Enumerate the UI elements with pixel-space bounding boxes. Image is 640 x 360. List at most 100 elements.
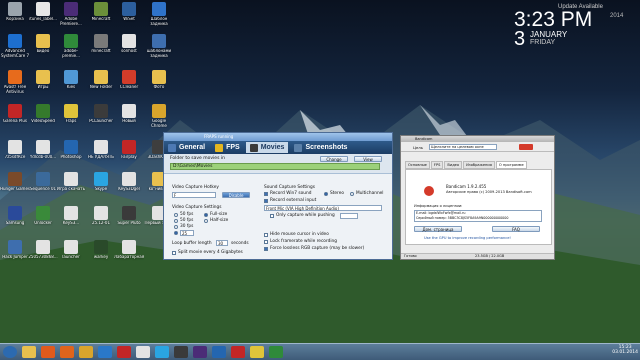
fps-radio-2[interactable] [174,219,178,223]
desktop-icon[interactable]: Игра скачать [56,172,86,206]
taskbar-explorer-icon[interactable] [21,346,36,358]
external-input-checkbox[interactable] [264,199,268,203]
push-key-field[interactable] [340,213,358,219]
taskbar-yandex-icon[interactable] [135,346,150,358]
taskbar-ie-icon[interactable] [97,346,112,358]
hide-cursor-checkbox[interactable] [264,233,268,237]
stereo-radio[interactable] [324,192,328,196]
fps-radio-4[interactable] [174,231,178,235]
desktop-icon[interactable]: Корзина [0,2,30,36]
desktop-icon[interactable]: НЕ УДАЛЯТЬ [86,140,116,174]
desktop-icon[interactable]: Новый [114,104,144,138]
taskbar-opera-icon[interactable] [116,346,131,358]
desktop-icon[interactable]: itunes_label... [28,2,58,36]
desktop-icon[interactable]: warkey [86,240,116,274]
taskbar-premiere-icon[interactable] [192,346,207,358]
fraps-window[interactable]: FRAPS running General FPS Movies Screens… [163,132,393,260]
desktop-icon[interactable]: Adobe Premiere... [56,2,86,36]
tab-video[interactable]: Видео [444,161,463,169]
desktop-icon[interactable]: Super Pluto [114,206,144,240]
taskbar-skype-icon[interactable] [154,346,169,358]
fraps-titlebar[interactable]: FRAPS running [164,133,392,141]
tab-movies[interactable]: Movies [245,142,289,153]
desktop-icon[interactable]: Игры [28,70,58,104]
taskbar-utorrent-icon[interactable] [268,346,283,358]
desktop-icon[interactable]: Лабараторная [114,240,144,274]
desktop-icon[interactable]: 2505730868... [28,240,58,274]
desktop-icon[interactable]: Advanced SystemCare 7 [0,34,30,68]
taskbar-games-icon[interactable] [173,346,188,358]
desktop-icon[interactable]: KeyS3... [56,206,86,240]
desktop-icon[interactable]: Kies [56,70,86,104]
record-sound-checkbox[interactable] [264,192,268,196]
gpu-tip-link[interactable]: Use the GPU to improve recording perform… [424,236,511,240]
desktop-icon[interactable]: Unlocker [28,206,58,240]
desktop-icon[interactable]: PCLauncher [86,104,116,138]
fps-radio-3[interactable] [174,225,178,229]
taskbar-bandicam-icon[interactable] [230,346,245,358]
taskbar-fraps-icon[interactable] [249,346,264,358]
taskbar-photoshop-icon[interactable] [211,346,226,358]
desktop-icon[interactable]: CCleaner [114,70,144,104]
tab-general[interactable]: General [164,142,209,153]
view-button[interactable]: View [354,156,382,162]
hotkey-field[interactable]: F [172,192,216,198]
tab-about[interactable]: О программе [495,161,527,169]
homepage-button[interactable]: Дом. страница [414,226,462,232]
push-checkbox[interactable] [270,214,274,218]
buffer-field[interactable]: 30 [216,240,228,246]
taskbar-firefox-icon[interactable] [59,346,74,358]
desktop-icon[interactable]: Ydlcdb-000... [28,140,58,174]
taskbar-media-icon[interactable] [40,346,55,358]
fullsize-radio[interactable] [204,213,208,217]
desktop-icon[interactable]: Sequence 01 [28,172,58,206]
taskbar-chrome-icon[interactable] [78,346,93,358]
fps-radio-1[interactable] [174,213,178,217]
desktop-icon[interactable]: sonhost [114,34,144,68]
device-select[interactable]: Front Mic (VIA High Definition Audio) [264,205,382,211]
lock-framerate-checkbox[interactable] [264,240,268,244]
desktop-icon[interactable]: 7z5sdfRce [0,140,30,174]
fps-custom-field[interactable]: 25 [180,230,194,236]
desktop-icon[interactable]: Samsung [0,206,30,240]
desktop-icon[interactable]: launcher [56,240,86,274]
target-field[interactable]: Щелкните на целевом окне [429,144,497,150]
halfsize-radio[interactable] [204,219,208,223]
desktop-icon[interactable]: Skype [86,172,116,206]
desktop-icon[interactable]: Фото [144,70,174,104]
tab-main[interactable]: Основные [405,161,430,169]
desktop-icon[interactable]: Fraps [56,104,86,138]
tab-bandi-fps[interactable]: FPS [430,161,444,169]
desktop-icon[interactable]: видео [28,34,58,68]
split-checkbox[interactable] [172,251,176,255]
tab-screenshots[interactable]: Screenshots [290,142,351,153]
desktop-icon[interactable]: Photoshop [56,140,86,174]
desktop-icon[interactable]: Шаблон задника [144,2,174,36]
system-tray[interactable]: 15:23 03.01.2014 [612,345,638,355]
desktop-icon[interactable]: minecraft [86,34,116,68]
multichannel-radio[interactable] [350,192,354,196]
desktop-icon[interactable]: шаблонами задника [144,34,174,68]
desktop-icon[interactable]: KeyS3Dgel [114,172,144,206]
desktop-icon[interactable]: adobe-premie... [56,34,86,68]
desktop-icon[interactable]: WiSet [114,2,144,36]
desktop-icon[interactable]: Fairplay [114,140,144,174]
desktop-icon[interactable]: 25.12-01 [86,206,116,240]
bandicam-window[interactable]: Bandicam Цель Щелкните на целевом окне О… [400,135,555,260]
desktop-icon[interactable]: Garena Plus [0,104,30,138]
desktop-icon[interactable]: VideoSpeed [28,104,58,138]
desktop-icon[interactable]: Minecraft [86,2,116,36]
desktop-icon[interactable]: Hack Jumper [0,240,30,274]
tab-fps[interactable]: FPS [211,142,244,153]
folder-path-field[interactable]: D:\Games\Movies [170,163,380,170]
desktop-icon[interactable]: Hunger Games [0,172,30,206]
record-button[interactable] [519,144,533,150]
faq-button[interactable]: FAQ [492,226,540,232]
desktop-icon[interactable]: Avast! Free Antivirus [0,70,30,104]
disable-button[interactable]: Disable [222,192,250,198]
change-button[interactable]: Change [320,156,348,162]
taskbar-start-icon[interactable] [2,346,17,358]
force-rgb-checkbox[interactable] [264,247,268,251]
tab-images[interactable]: Изображения [463,161,495,169]
desktop-icon[interactable]: New Folder [86,70,116,104]
